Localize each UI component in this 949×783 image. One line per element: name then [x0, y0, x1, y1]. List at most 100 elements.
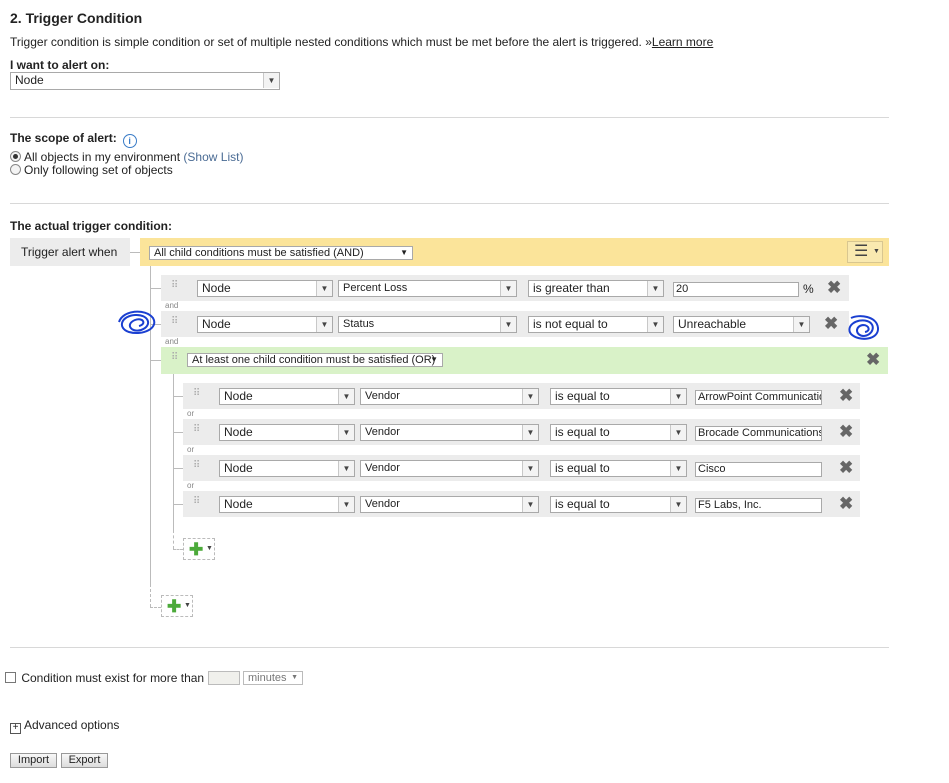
value-input[interactable]: ArrowPoint Communications: [695, 390, 822, 405]
chevron-down-icon: ▼: [338, 425, 354, 440]
object-value: Node: [202, 281, 231, 295]
add-condition-button[interactable]: ✚ ▼: [183, 538, 215, 560]
chevron-down-icon: ▼: [522, 461, 538, 476]
radio-unselected-icon[interactable]: [10, 164, 21, 175]
condition-row: ⠿ Node ▼ Percent Loss ▼ is greater than ▼ 2…: [161, 275, 849, 301]
object-select[interactable]: Node ▼: [197, 316, 333, 333]
close-icon[interactable]: ✖: [824, 315, 838, 332]
value-input[interactable]: 20: [673, 282, 799, 297]
plus-icon: ✚: [167, 597, 182, 616]
or-label: or: [187, 481, 195, 490]
value-value: Unreachable: [678, 317, 747, 331]
drag-handle-icon[interactable]: ⠿: [193, 497, 200, 509]
tree-connector: [150, 360, 161, 361]
export-button[interactable]: Export: [61, 753, 108, 768]
drag-handle-icon[interactable]: ⠿: [171, 281, 178, 293]
operator-select[interactable]: is equal to ▼: [550, 424, 687, 441]
field-select[interactable]: Vendor ▼: [360, 460, 539, 477]
close-icon[interactable]: ✖: [827, 279, 841, 296]
duration-checkbox[interactable]: [5, 672, 16, 683]
value-input[interactable]: Cisco: [695, 462, 822, 477]
object-value: Node: [224, 497, 253, 511]
expand-icon: +: [10, 723, 21, 734]
tree-connector: [173, 432, 183, 433]
object-select[interactable]: Node ▼: [219, 496, 355, 513]
operator-select[interactable]: is equal to ▼: [550, 388, 687, 405]
field-select[interactable]: Vendor ▼: [360, 424, 539, 441]
operator-select[interactable]: is equal to ▼: [550, 460, 687, 477]
value-input[interactable]: Brocade Communications: [695, 426, 822, 441]
field-select[interactable]: Vendor ▼: [360, 388, 539, 405]
tree-connector: [173, 468, 183, 469]
close-icon[interactable]: ✖: [839, 423, 853, 440]
field-select[interactable]: Percent Loss ▼: [338, 280, 517, 297]
chevron-down-icon: ▼: [793, 317, 809, 332]
alert-on-select[interactable]: Node ▼: [10, 72, 280, 90]
operator-select[interactable]: is greater than ▼: [528, 280, 664, 297]
object-select[interactable]: Node ▼: [197, 280, 333, 297]
scope-option-all-label: All objects in my environment: [24, 150, 181, 164]
scope-option-following[interactable]: Only following set of objects: [10, 163, 173, 177]
or-mode-value: At least one child condition must be sat…: [192, 354, 436, 366]
drag-handle-icon[interactable]: ⠿: [193, 461, 200, 473]
operator-select[interactable]: is not equal to ▼: [528, 316, 664, 333]
trigger-when-label: Trigger alert when: [21, 245, 118, 259]
tree-connector: [130, 252, 140, 253]
tree-connector: [150, 607, 161, 608]
field-value: Vendor: [365, 426, 400, 438]
condition-row: ⠿ Node ▼ Vendor ▼ is equal to ▼ F5 Labs, In…: [183, 491, 860, 517]
advanced-options-toggle[interactable]: + Advanced options: [10, 718, 119, 734]
chevron-down-icon: ▼: [522, 389, 538, 404]
section-title: 2. Trigger Condition: [10, 10, 143, 26]
and-mode-select[interactable]: All child conditions must be satisfied (…: [149, 246, 413, 260]
or-mode-select[interactable]: At least one child condition must be sat…: [187, 353, 443, 367]
chevron-down-icon: ▼: [400, 248, 408, 257]
field-select[interactable]: Vendor ▼: [360, 496, 539, 513]
value-input[interactable]: F5 Labs, Inc.: [695, 498, 822, 513]
group-menu-button[interactable]: ☰ ▼: [847, 241, 883, 263]
operator-value: is greater than: [533, 281, 610, 295]
operator-value: is equal to: [555, 389, 610, 403]
duration-input[interactable]: [208, 671, 240, 685]
duration-label: Condition must exist for more than: [21, 671, 205, 685]
chevron-down-icon: ▼: [316, 317, 332, 332]
close-icon[interactable]: ✖: [839, 459, 853, 476]
object-select[interactable]: Node ▼: [219, 460, 355, 477]
menu-icon: ☰: [854, 243, 869, 260]
show-list-link[interactable]: (Show List): [183, 150, 243, 164]
object-select[interactable]: Node ▼: [219, 424, 355, 441]
and-mode-value: All child conditions must be satisfied (…: [154, 247, 364, 259]
trigger-when-box: Trigger alert when: [10, 238, 130, 266]
scribble-annotation: [118, 310, 156, 334]
duration-unit-select[interactable]: minutes ▼: [243, 671, 303, 685]
close-icon[interactable]: ✖: [839, 495, 853, 512]
learn-more-link[interactable]: Learn more: [652, 35, 713, 49]
drag-handle-icon[interactable]: ⠿: [193, 425, 200, 437]
chevron-down-icon: ▼: [338, 389, 354, 404]
learn-more-prefix: »: [645, 35, 652, 49]
drag-handle-icon[interactable]: ⠿: [171, 317, 178, 329]
add-condition-button[interactable]: ✚ ▼: [161, 595, 193, 617]
chevron-down-icon: ▼: [430, 355, 438, 364]
object-select[interactable]: Node ▼: [219, 388, 355, 405]
info-icon[interactable]: i: [122, 134, 137, 148]
radio-selected-icon[interactable]: [10, 151, 21, 162]
close-icon[interactable]: ✖: [839, 387, 853, 404]
operator-select[interactable]: is equal to ▼: [550, 496, 687, 513]
object-value: Node: [202, 317, 231, 331]
close-icon[interactable]: ✖: [866, 351, 880, 368]
tree-line: [173, 374, 174, 530]
value-select[interactable]: Unreachable ▼: [673, 316, 810, 333]
chevron-down-icon: ▼: [206, 545, 213, 552]
alert-on-value: Node: [15, 73, 44, 87]
operator-value: is equal to: [555, 425, 610, 439]
import-button[interactable]: Import: [10, 753, 57, 768]
advanced-options-label: Advanced options: [24, 718, 120, 732]
unit-label: %: [803, 282, 814, 296]
operator-value: is equal to: [555, 497, 610, 511]
drag-handle-icon[interactable]: ⠿: [171, 353, 178, 365]
condition-row: ⠿ Node ▼ Vendor ▼ is equal to ▼ ArrowPoint …: [183, 383, 860, 409]
drag-handle-icon[interactable]: ⠿: [193, 389, 200, 401]
scope-option-all[interactable]: All objects in my environment (Show List…: [10, 150, 243, 164]
field-select[interactable]: Status ▼: [338, 316, 517, 333]
